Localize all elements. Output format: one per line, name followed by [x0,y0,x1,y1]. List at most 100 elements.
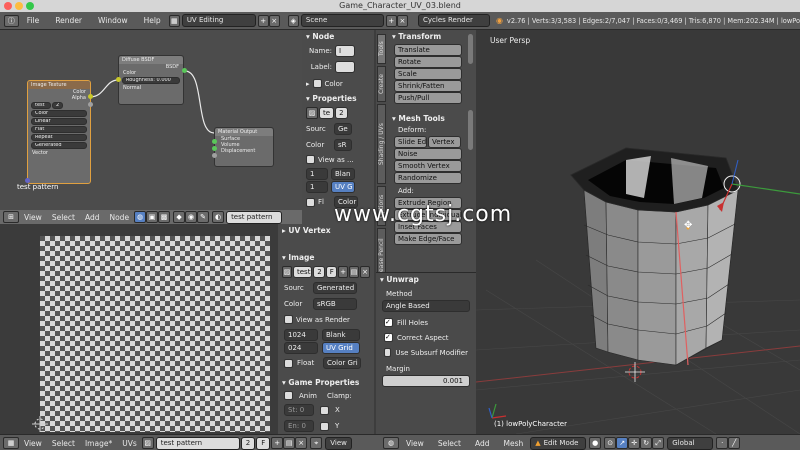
3d-menu-mesh[interactable]: Mesh [496,439,530,448]
uv-gen-uvgrid[interactable]: UV Grid [322,342,360,354]
compositing-nodes-icon[interactable]: ▣ [146,211,159,223]
uv-menu-select[interactable]: Select [47,439,80,448]
editor-type-icon[interactable]: ⓘ [4,14,19,27]
margin-field[interactable]: 0.001 [382,375,470,387]
slide-edge-button[interactable]: Slide Ed [394,136,427,148]
uv-view-as-render-checkbox[interactable] [284,315,293,324]
edge-select-icon[interactable]: ╱ [728,437,741,449]
node-menu-node[interactable]: Node [104,213,134,222]
color-output-socket[interactable] [88,94,93,99]
node-menu-add[interactable]: Add [80,213,105,222]
manipulator-icon[interactable]: ↗ [616,437,629,449]
clamp-y-checkbox[interactable] [320,421,329,431]
diffuse-color-socket[interactable] [116,77,121,82]
uv-colorspace-select[interactable]: sRGB [313,298,357,310]
image-texture-source[interactable]: Generated [31,142,87,149]
node-name-field[interactable]: I [335,45,355,57]
uv-pin-icon[interactable]: ⌖ [310,437,323,449]
node-float-checkbox[interactable] [306,197,315,207]
mode-select[interactable]: ▲ Edit Mode [530,436,587,450]
image-texture-extension[interactable]: Repeat [31,134,87,141]
layout-select[interactable]: UV Editing [181,14,256,27]
image-browse-icon[interactable]: ◐ [212,211,225,223]
close-window-icon[interactable] [4,2,12,10]
rotate-manip-icon[interactable]: ↻ [640,437,653,449]
node-image-name[interactable]: te [319,107,335,119]
uv-header-view-select[interactable]: View [325,436,352,450]
menu-help[interactable]: Help [136,16,169,25]
node-editor[interactable]: Image Texture Color Alpha test 2 Color L… [0,30,302,210]
smooth-vertex-button[interactable]: Smooth Vertex [394,160,462,172]
properties-section-title[interactable]: ▾ Properties [302,92,374,105]
object-icon[interactable]: ◆ [173,211,186,223]
uv-editor-type-icon[interactable]: ▦ [3,437,19,449]
tab-tools[interactable]: Tools [377,34,386,64]
node-source-select[interactable]: Ge [334,123,352,135]
linestyle-icon[interactable]: ✎ [197,211,210,223]
uv-menu-uvs[interactable]: UVs [117,439,142,448]
uv-image-fake-user[interactable]: F [325,266,337,278]
node-label-field[interactable] [335,61,355,73]
push-pull-button[interactable]: Push/Pull [394,92,462,104]
uv-menu-image[interactable]: Image* [80,439,117,448]
randomize-button[interactable]: Randomize [394,172,462,184]
rotate-button[interactable]: Rotate [394,56,462,68]
slide-vertex-button[interactable]: Vertex [428,136,461,148]
uv-header-new-icon[interactable]: + [271,437,284,449]
world-icon[interactable]: ◉ [185,211,198,223]
uv-header-image-field[interactable]: test pattern [155,436,240,450]
correct-aspect-checkbox[interactable]: ✓ [384,333,393,342]
alpha-output-socket[interactable] [88,102,93,107]
fill-holes-checkbox[interactable]: ✓ [384,318,393,327]
render-engine-select[interactable]: Cycles Render [418,14,490,27]
anim-start-field[interactable]: St: 0 [284,404,314,416]
node-image-icon[interactable]: ▨ [306,107,318,119]
clamp-x-checkbox[interactable] [320,405,329,415]
menu-window[interactable]: Window [90,16,136,25]
anim-checkbox[interactable] [284,391,293,400]
image-texture-node[interactable]: Image Texture Color Alpha test 2 Color L… [27,80,91,184]
uv-image-open-icon[interactable]: ▤ [349,266,359,278]
diffuse-roughness-field[interactable]: Roughness: 0.000 [122,77,180,84]
2d-cursor-icon[interactable] [32,416,48,432]
node-gen-width[interactable]: 1 [306,168,328,180]
node-color-checkbox[interactable] [312,79,322,88]
minimize-window-icon[interactable] [15,2,23,10]
use-subsurf-checkbox[interactable] [384,348,392,357]
uv-gen-blank[interactable]: Blank [322,329,360,341]
diffuse-bsdf-node[interactable]: Diffuse BSDF BSDF Color Roughness: 0.000… [118,55,184,105]
image-texture-projection[interactable]: Flat [31,126,87,133]
remove-layout-icon[interactable]: × [268,14,280,27]
uv-header-unlink-icon[interactable]: × [295,437,308,449]
3d-menu-view[interactable]: View [399,439,431,448]
scale-manip-icon[interactable]: ⤢ [652,437,665,449]
image-texture-color-space[interactable]: Color [31,110,87,117]
unwrap-method-select[interactable]: Angle Based [382,300,470,312]
uv-header-fake-user[interactable]: F [256,436,271,450]
image-texture-image[interactable]: test [31,102,51,109]
node-menu-view[interactable]: View [19,213,47,222]
add-layout-icon[interactable]: + [257,14,269,27]
tool-shelf-scrollbar[interactable] [468,34,473,64]
shader-nodes-icon[interactable]: ◍ [134,211,147,223]
tab-create[interactable]: Create [377,66,386,102]
zoom-window-icon[interactable] [26,2,34,10]
game-properties-section[interactable]: ▾ Game Properties [278,376,374,389]
uv-image-editor[interactable] [0,224,278,434]
material-output-node[interactable]: Material Output Surface Volume Displacem… [214,127,274,167]
3d-viewport[interactable]: User Persp (1) lowPolyCharacter ✥ [476,30,800,434]
bsdf-output-socket[interactable] [182,68,187,73]
uv-image-browse-icon[interactable]: ▨ [282,266,292,278]
pivot-point-icon[interactable]: ⊙ [604,437,617,449]
node-color-expand-icon[interactable]: ▸ [306,80,310,88]
uv-image-section[interactable]: ▾ Image [278,251,374,264]
mesh-tools-section[interactable]: ▾ Mesh Tools [388,112,476,125]
uv-float-checkbox[interactable] [284,358,293,368]
3d-menu-select[interactable]: Select [431,439,468,448]
texture-nodes-icon[interactable]: ▩ [158,211,171,223]
tab-shading-uvs[interactable]: Shading / UVs [377,104,386,184]
viewport-shading-icon[interactable]: ● [589,437,602,449]
node-gen-height[interactable]: 1 [306,181,328,193]
remove-scene-icon[interactable]: × [396,14,408,27]
mesh-tools-scrollbar[interactable] [468,110,473,150]
